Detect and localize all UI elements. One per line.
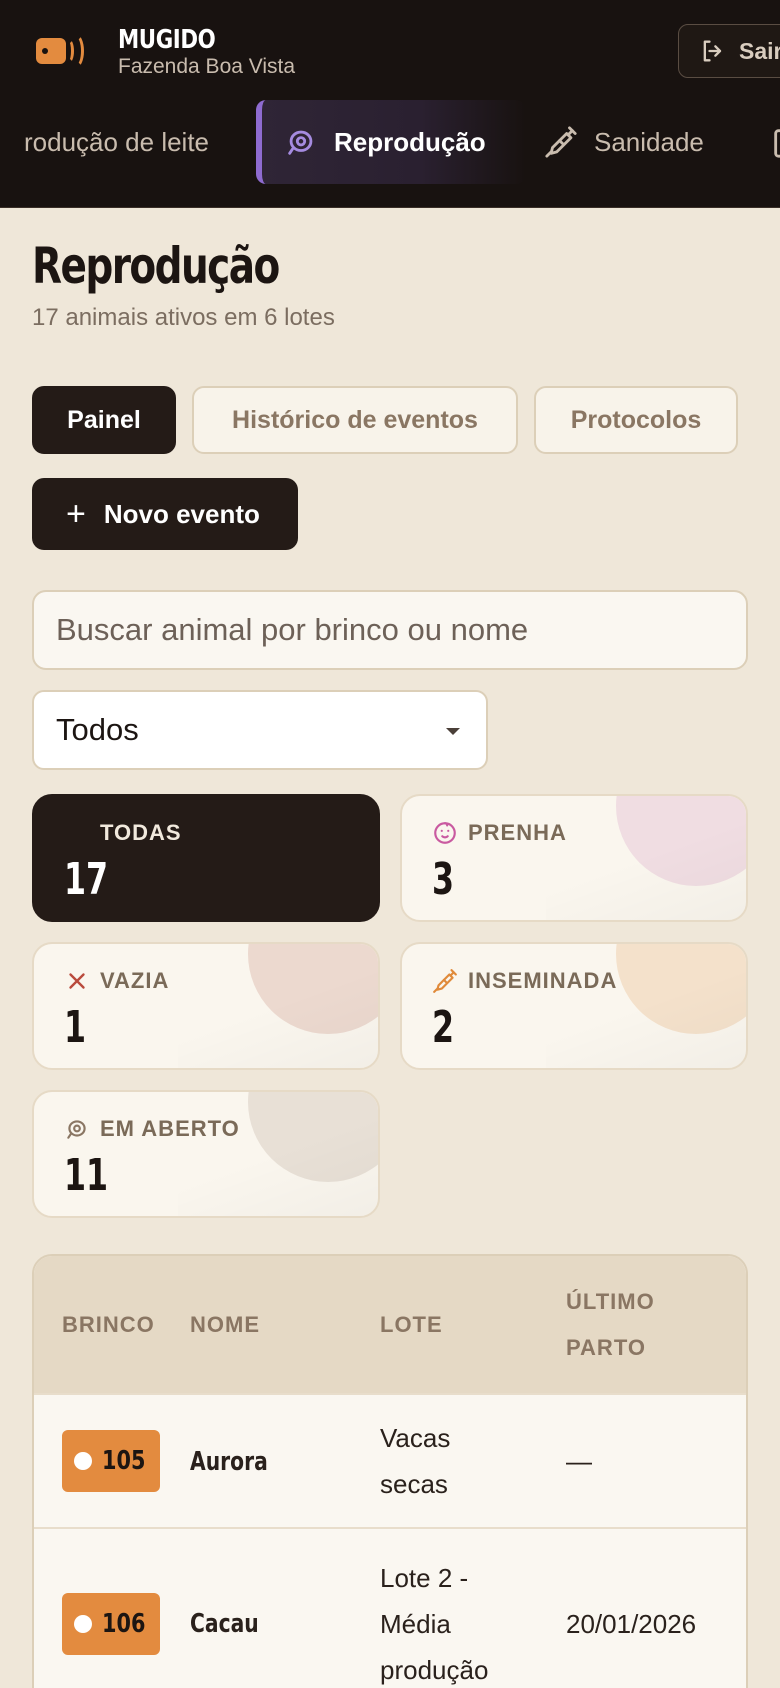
page-subtitle: 17 animais ativos em 6 lotes: [32, 304, 335, 331]
farm-name: Fazenda Boa Vista: [118, 55, 296, 78]
tab-painel[interactable]: Painel: [32, 386, 176, 454]
nav-item-reproducao[interactable]: Reprodução: [256, 100, 526, 184]
stat-card-vazia[interactable]: VAZIA 1: [32, 942, 380, 1070]
nav-item-sanidade[interactable]: Sanidade: [544, 100, 704, 184]
column-header-ultimo-parto[interactable]: ÚLTIMO PARTO: [538, 1256, 746, 1394]
tab-historico-eventos[interactable]: Histórico de eventos: [192, 386, 518, 454]
last-calving-cell: 20/01/2026: [538, 1527, 746, 1688]
stat-label: VAZIA: [100, 968, 170, 993]
stat-card-em-aberto[interactable]: EM ABERTO 11: [32, 1090, 380, 1218]
animal-name: Cacau: [190, 1609, 259, 1639]
status-filter-select[interactable]: Todos: [32, 690, 488, 770]
lot-cell: Vacas secas: [352, 1393, 538, 1528]
new-event-label: Novo evento: [103, 498, 260, 529]
column-header-nome[interactable]: NOME: [190, 1256, 352, 1394]
chevron-down-icon: [446, 728, 460, 735]
uterus-icon: [67, 1120, 86, 1139]
nav-item-label: Sanidade: [594, 126, 704, 157]
table-header-row: BRINCO NOME LOTE ÚLTIMO PARTO: [34, 1256, 746, 1394]
ear-tag-number: 105: [102, 1446, 146, 1476]
animals-table: BRINCO NOME LOTE ÚLTIMO PARTO 105 Aurora: [32, 1254, 748, 1688]
status-filter-value: Todos: [56, 712, 139, 747]
stat-card-inseminada[interactable]: INSEMINADA 2: [400, 942, 748, 1070]
nav-item-more[interactable]: [770, 100, 780, 184]
table-row[interactable]: 105 Aurora Vacas secas —: [34, 1393, 746, 1528]
lot-line: Lote 2 -: [380, 1562, 469, 1593]
stat-value: 17: [64, 854, 109, 905]
page-title: Reprodução: [32, 237, 280, 295]
main-nav: rodução de leite Reprodução Sanidade: [0, 100, 780, 184]
clipboard-icon: [774, 129, 780, 158]
nav-item-label: Reprodução: [334, 126, 486, 157]
tab-protocolos[interactable]: Protocolos: [534, 386, 738, 454]
logo-icon: [34, 24, 90, 80]
stat-label: PRENHA: [468, 820, 567, 845]
uterus-icon: [288, 130, 313, 155]
lot-line: produção: [380, 1654, 489, 1685]
column-header-lote[interactable]: LOTE: [352, 1256, 538, 1394]
header-line: PARTO: [566, 1334, 646, 1360]
lot-line: secas: [380, 1469, 448, 1499]
table-row[interactable]: 106 Cacau Lote 2 - Média produção 20/01/…: [34, 1527, 746, 1688]
ear-tag-number: 106: [102, 1608, 146, 1639]
x-icon: [69, 973, 85, 989]
stat-label: INSEMINADA: [468, 968, 618, 993]
stat-label: EM ABERTO: [100, 1116, 240, 1141]
syringe-icon: [545, 126, 577, 158]
nav-item-label: rodução de leite: [24, 126, 210, 157]
stat-card-todas[interactable]: TODAS 17: [32, 794, 380, 922]
stat-label: TODAS: [100, 820, 182, 845]
tag-dot-icon: [74, 1452, 92, 1470]
baby-icon: [434, 822, 456, 844]
stat-value: 1: [64, 1002, 87, 1053]
stat-value: 2: [432, 1002, 455, 1053]
search-input[interactable]: [32, 590, 748, 670]
brand[interactable]: MUGIDO Fazenda Boa Vista: [34, 24, 295, 80]
ear-tag-badge: 105: [62, 1430, 160, 1492]
tag-dot-icon: [74, 1614, 92, 1633]
app-header: MUGIDO Fazenda Boa Vista Sair rodução de…: [0, 0, 780, 208]
header-line: ÚLTIMO: [566, 1288, 655, 1314]
logout-button[interactable]: Sair: [678, 24, 780, 78]
new-event-button[interactable]: + Novo evento: [32, 478, 298, 550]
stat-value: 3: [432, 854, 455, 905]
lot-line: Vacas: [380, 1423, 451, 1453]
plus-icon: +: [66, 495, 86, 533]
syringe-icon: [433, 969, 457, 993]
stat-value: 11: [64, 1150, 109, 1201]
tab-bar: Painel Histórico de eventos Protocolos: [32, 386, 738, 454]
app-name: MUGIDO: [118, 25, 216, 55]
column-header-brinco[interactable]: BRINCO: [34, 1256, 190, 1394]
last-calving-cell: —: [538, 1393, 746, 1528]
nav-item-producao-leite[interactable]: rodução de leite: [24, 100, 209, 184]
stat-card-prenha[interactable]: PRENHA 3: [400, 794, 748, 922]
animal-name: Aurora: [190, 1446, 268, 1477]
logout-label: Sair: [739, 37, 780, 64]
ear-tag-badge: 106: [62, 1592, 160, 1655]
logout-icon: [703, 40, 722, 62]
lot-line: Média: [380, 1608, 451, 1639]
lot-cell: Lote 2 - Média produção: [352, 1527, 538, 1688]
